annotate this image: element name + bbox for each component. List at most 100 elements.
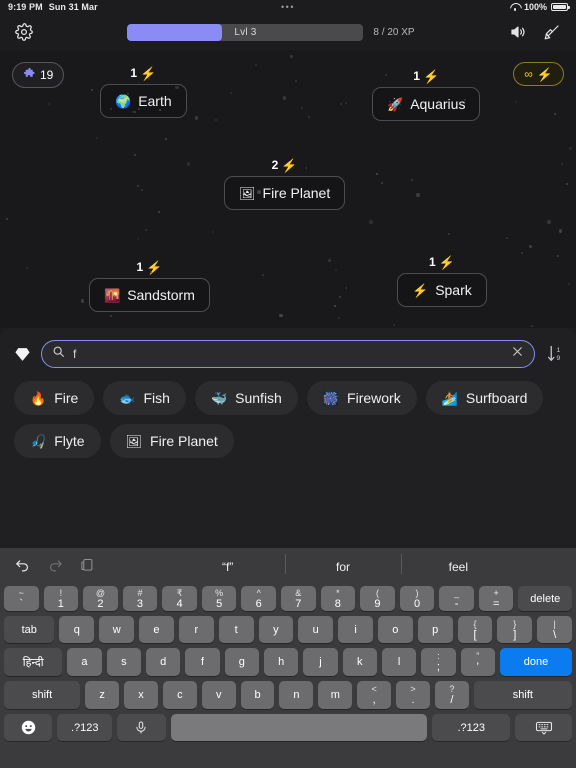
- key-3[interactable]: #3: [122, 586, 158, 611]
- key-/[interactable]: ? /: [434, 681, 469, 709]
- gear-icon[interactable]: [12, 20, 36, 44]
- suggestion-chip[interactable]: 🐳 Sunfish: [194, 381, 298, 415]
- key-a[interactable]: a: [67, 648, 102, 676]
- star-dot: [165, 137, 168, 140]
- star-dot: [25, 266, 28, 269]
- key-n[interactable]: n: [279, 681, 314, 709]
- key-v[interactable]: v: [201, 681, 236, 709]
- key-,[interactable]: <,: [357, 681, 392, 709]
- star-dot: [339, 296, 342, 299]
- search-input[interactable]: f: [41, 340, 535, 368]
- suggestion-chip[interactable]: 🎆 Firework: [306, 381, 417, 415]
- key-microphone[interactable]: [117, 714, 166, 741]
- key-dismiss-keyboard[interactable]: [515, 714, 572, 741]
- key-j[interactable]: j: [303, 648, 338, 676]
- node-card[interactable]: ⚡ Spark: [397, 273, 487, 307]
- key-y[interactable]: y: [258, 616, 294, 643]
- key-o[interactable]: o: [377, 616, 413, 643]
- key-done[interactable]: done: [499, 648, 573, 676]
- suggestion-chip[interactable]: 🏄 Surfboard: [425, 381, 544, 415]
- node-card[interactable]: 🖼 Fire Planet: [224, 176, 346, 210]
- key-shift-right[interactable]: shift: [473, 681, 572, 709]
- key-m[interactable]: m: [318, 681, 353, 709]
- suggestion-chip[interactable]: 🐟 Fish: [103, 381, 186, 415]
- key-z[interactable]: z: [85, 681, 120, 709]
- key--[interactable]: _ -: [439, 586, 474, 611]
- key-0[interactable]: ) 0: [399, 586, 435, 611]
- key-[[interactable]: {[: [457, 616, 493, 643]
- key-emoji[interactable]: [4, 714, 53, 741]
- suggestion-chip[interactable]: 🔥 Fire: [14, 381, 95, 415]
- status-time: 9:19 PM: [8, 2, 43, 12]
- key-d[interactable]: d: [145, 648, 181, 676]
- key-delete[interactable]: delete: [518, 586, 573, 611]
- key-1[interactable]: ! 1: [43, 586, 79, 611]
- key-numeric-left[interactable]: .?123: [57, 714, 113, 741]
- key-label: q: [73, 623, 80, 636]
- node-cost: 1 ⚡: [372, 69, 480, 83]
- key-k[interactable]: k: [342, 648, 377, 676]
- undo-icon[interactable]: [14, 556, 31, 578]
- prediction-item[interactable]: for: [285, 554, 400, 574]
- key-shift-left[interactable]: shift: [4, 681, 81, 709]
- node-card[interactable]: 🌇 Sandstorm: [89, 278, 210, 312]
- key-4[interactable]: ₹4: [162, 586, 197, 611]
- key-][interactable]: }]: [497, 616, 533, 643]
- node-emoji-icon: ⚡: [412, 282, 429, 298]
- broom-icon[interactable]: [540, 20, 564, 44]
- key-;[interactable]: :;: [421, 648, 456, 676]
- key-e[interactable]: e: [139, 616, 174, 643]
- key-5[interactable]: % 5: [201, 586, 237, 611]
- suggestion-chip[interactable]: 🖼 Fire Planet: [109, 424, 234, 458]
- key-s[interactable]: s: [106, 648, 141, 676]
- key-t[interactable]: t: [218, 616, 254, 643]
- key-7[interactable]: & 7: [281, 586, 316, 611]
- key-w[interactable]: w: [99, 616, 135, 643]
- key-i[interactable]: i: [338, 616, 373, 643]
- redo-icon[interactable]: [47, 556, 64, 578]
- key-6[interactable]: ^ 6: [241, 586, 276, 611]
- key-x[interactable]: x: [124, 681, 158, 709]
- sort-ascending-icon[interactable]: 1 9: [544, 342, 566, 366]
- key-g[interactable]: g: [224, 648, 259, 676]
- key-language-hindi[interactable]: हिन्दी: [3, 648, 63, 676]
- key-tab[interactable]: tab: [3, 616, 55, 643]
- key-space[interactable]: [170, 714, 428, 741]
- star-dot: [411, 179, 414, 182]
- key-c[interactable]: c: [162, 681, 197, 709]
- game-board[interactable]: 19 ∞ ⚡ 1 ⚡ 🌍 Earth 1 ⚡ 🚀 Aquarius 2 ⚡ 🖼 Fire Planet…: [0, 50, 576, 328]
- key-label: tab: [21, 623, 37, 636]
- prediction-item[interactable]: “f”: [170, 560, 285, 574]
- key-=[interactable]: + =: [478, 586, 514, 611]
- key-q[interactable]: q: [59, 616, 95, 643]
- star-dot: [109, 107, 112, 110]
- gem-icon[interactable]: [12, 344, 32, 364]
- key-h[interactable]: h: [263, 648, 299, 676]
- puzzle-count-badge[interactable]: 19: [12, 62, 65, 88]
- key-l[interactable]: l: [381, 648, 417, 676]
- key-r[interactable]: r: [178, 616, 214, 643]
- node-card[interactable]: 🚀 Aquarius: [372, 87, 481, 121]
- key-numeric-right[interactable]: .?123: [432, 714, 511, 741]
- node-cost-value: 1: [428, 255, 436, 269]
- speaker-icon[interactable]: [506, 20, 530, 44]
- key-f[interactable]: f: [185, 648, 220, 676]
- key-.[interactable]: >.: [396, 681, 430, 709]
- suggestion-chip[interactable]: 🎣 Flyte: [14, 424, 101, 458]
- key-u[interactable]: u: [298, 616, 334, 643]
- key-b[interactable]: b: [240, 681, 275, 709]
- prediction-item[interactable]: feel: [400, 554, 516, 574]
- key-label: w: [112, 623, 121, 636]
- infinity-energy-badge[interactable]: ∞ ⚡: [513, 62, 564, 86]
- key-\[interactable]: | \: [537, 616, 573, 643]
- key-p[interactable]: p: [417, 616, 453, 643]
- close-icon[interactable]: [511, 345, 524, 363]
- paste-icon[interactable]: [80, 556, 95, 578]
- key-9[interactable]: (9: [360, 586, 395, 611]
- node-card[interactable]: 🌍 Earth: [100, 84, 187, 118]
- key-`[interactable]: ~ `: [3, 586, 39, 611]
- lightning-bolt-icon: ⚡: [422, 68, 440, 84]
- key-’[interactable]: ”’: [460, 648, 495, 676]
- key-8[interactable]: * 8: [320, 586, 356, 611]
- key-2[interactable]: @2: [83, 586, 118, 611]
